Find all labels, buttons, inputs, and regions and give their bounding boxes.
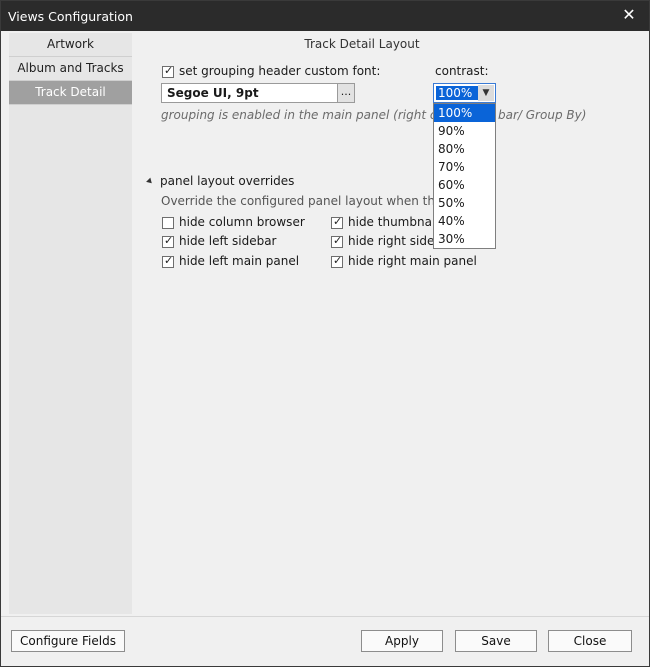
contrast-option[interactable]: 100% — [434, 104, 495, 122]
hide-right-sidebar-checkbox[interactable] — [331, 234, 343, 248]
contrast-option[interactable]: 70% — [434, 158, 495, 176]
contrast-option[interactable]: 50% — [434, 194, 495, 212]
hide-thumbnail-label: hide thumbnail — [348, 215, 439, 229]
hide-column-browser-label: hide column browser — [179, 215, 305, 229]
contrast-option[interactable]: 30% — [434, 230, 495, 248]
configure-fields-button[interactable]: Configure Fields — [11, 630, 125, 652]
hide-column-browser-checkbox[interactable] — [162, 217, 174, 229]
grouping-hint-tail: bar/ Group By) — [498, 108, 587, 122]
contrast-dropdown-list: 100% 90% 80% 70% 60% 50% 40% 30% — [433, 103, 496, 249]
grouping-font-label: set grouping header custom font: — [179, 64, 381, 78]
window-title: Views Configuration — [8, 9, 133, 24]
contrast-option[interactable]: 40% — [434, 212, 495, 230]
grouping-hint: grouping is enabled in the main panel (r… — [161, 108, 476, 122]
contrast-select[interactable]: 100% ▼ — [433, 83, 496, 103]
hide-thumbnail-checkbox[interactable] — [331, 215, 343, 229]
track-detail-panel: Track Detail Layout set grouping header … — [132, 31, 649, 616]
content-area: Artwork Album and Tracks Track Detail Tr… — [1, 31, 649, 616]
contrast-option[interactable]: 80% — [434, 140, 495, 158]
overrides-description: Override the configured panel layout whe… — [161, 194, 474, 208]
font-browse-button[interactable]: ... — [337, 83, 355, 103]
hide-left-main-panel-label: hide left main panel — [179, 254, 300, 268]
grouping-font-checkbox[interactable] — [162, 64, 174, 78]
overrides-title[interactable]: panel layout overrides — [160, 174, 294, 188]
hide-left-main-panel-checkbox[interactable] — [162, 254, 174, 268]
sidebar: Artwork Album and Tracks Track Detail — [9, 33, 132, 614]
close-button[interactable]: Close — [548, 630, 632, 652]
sidebar-item-artwork[interactable]: Artwork — [9, 33, 132, 57]
close-icon[interactable]: ✕ — [619, 5, 639, 25]
font-value-field[interactable]: Segoe UI, 9pt — [161, 83, 338, 103]
section-title: Track Detail Layout — [304, 37, 420, 51]
contrast-option[interactable]: 60% — [434, 176, 495, 194]
hide-right-main-panel-label: hide right main panel — [348, 254, 477, 268]
hide-right-main-panel-checkbox[interactable] — [331, 254, 343, 268]
contrast-label: contrast: — [435, 64, 489, 78]
title-bar: Views Configuration ✕ — [1, 1, 649, 31]
contrast-selected-value: 100% — [436, 86, 478, 100]
save-button[interactable]: Save — [455, 630, 537, 652]
hide-left-sidebar-checkbox[interactable] — [162, 234, 174, 248]
sidebar-item-track-detail[interactable]: Track Detail — [9, 81, 132, 105]
collapse-triangle-icon[interactable] — [146, 177, 154, 186]
hide-left-sidebar-label: hide left sidebar — [179, 234, 277, 248]
chevron-down-icon[interactable]: ▼ — [478, 85, 494, 101]
sidebar-item-album-and-tracks[interactable]: Album and Tracks — [9, 57, 132, 81]
footer: Configure Fields Apply Save Close — [1, 617, 649, 666]
contrast-option[interactable]: 90% — [434, 122, 495, 140]
apply-button[interactable]: Apply — [361, 630, 443, 652]
views-configuration-window: Views Configuration ✕ Artwork Album and … — [0, 0, 650, 667]
